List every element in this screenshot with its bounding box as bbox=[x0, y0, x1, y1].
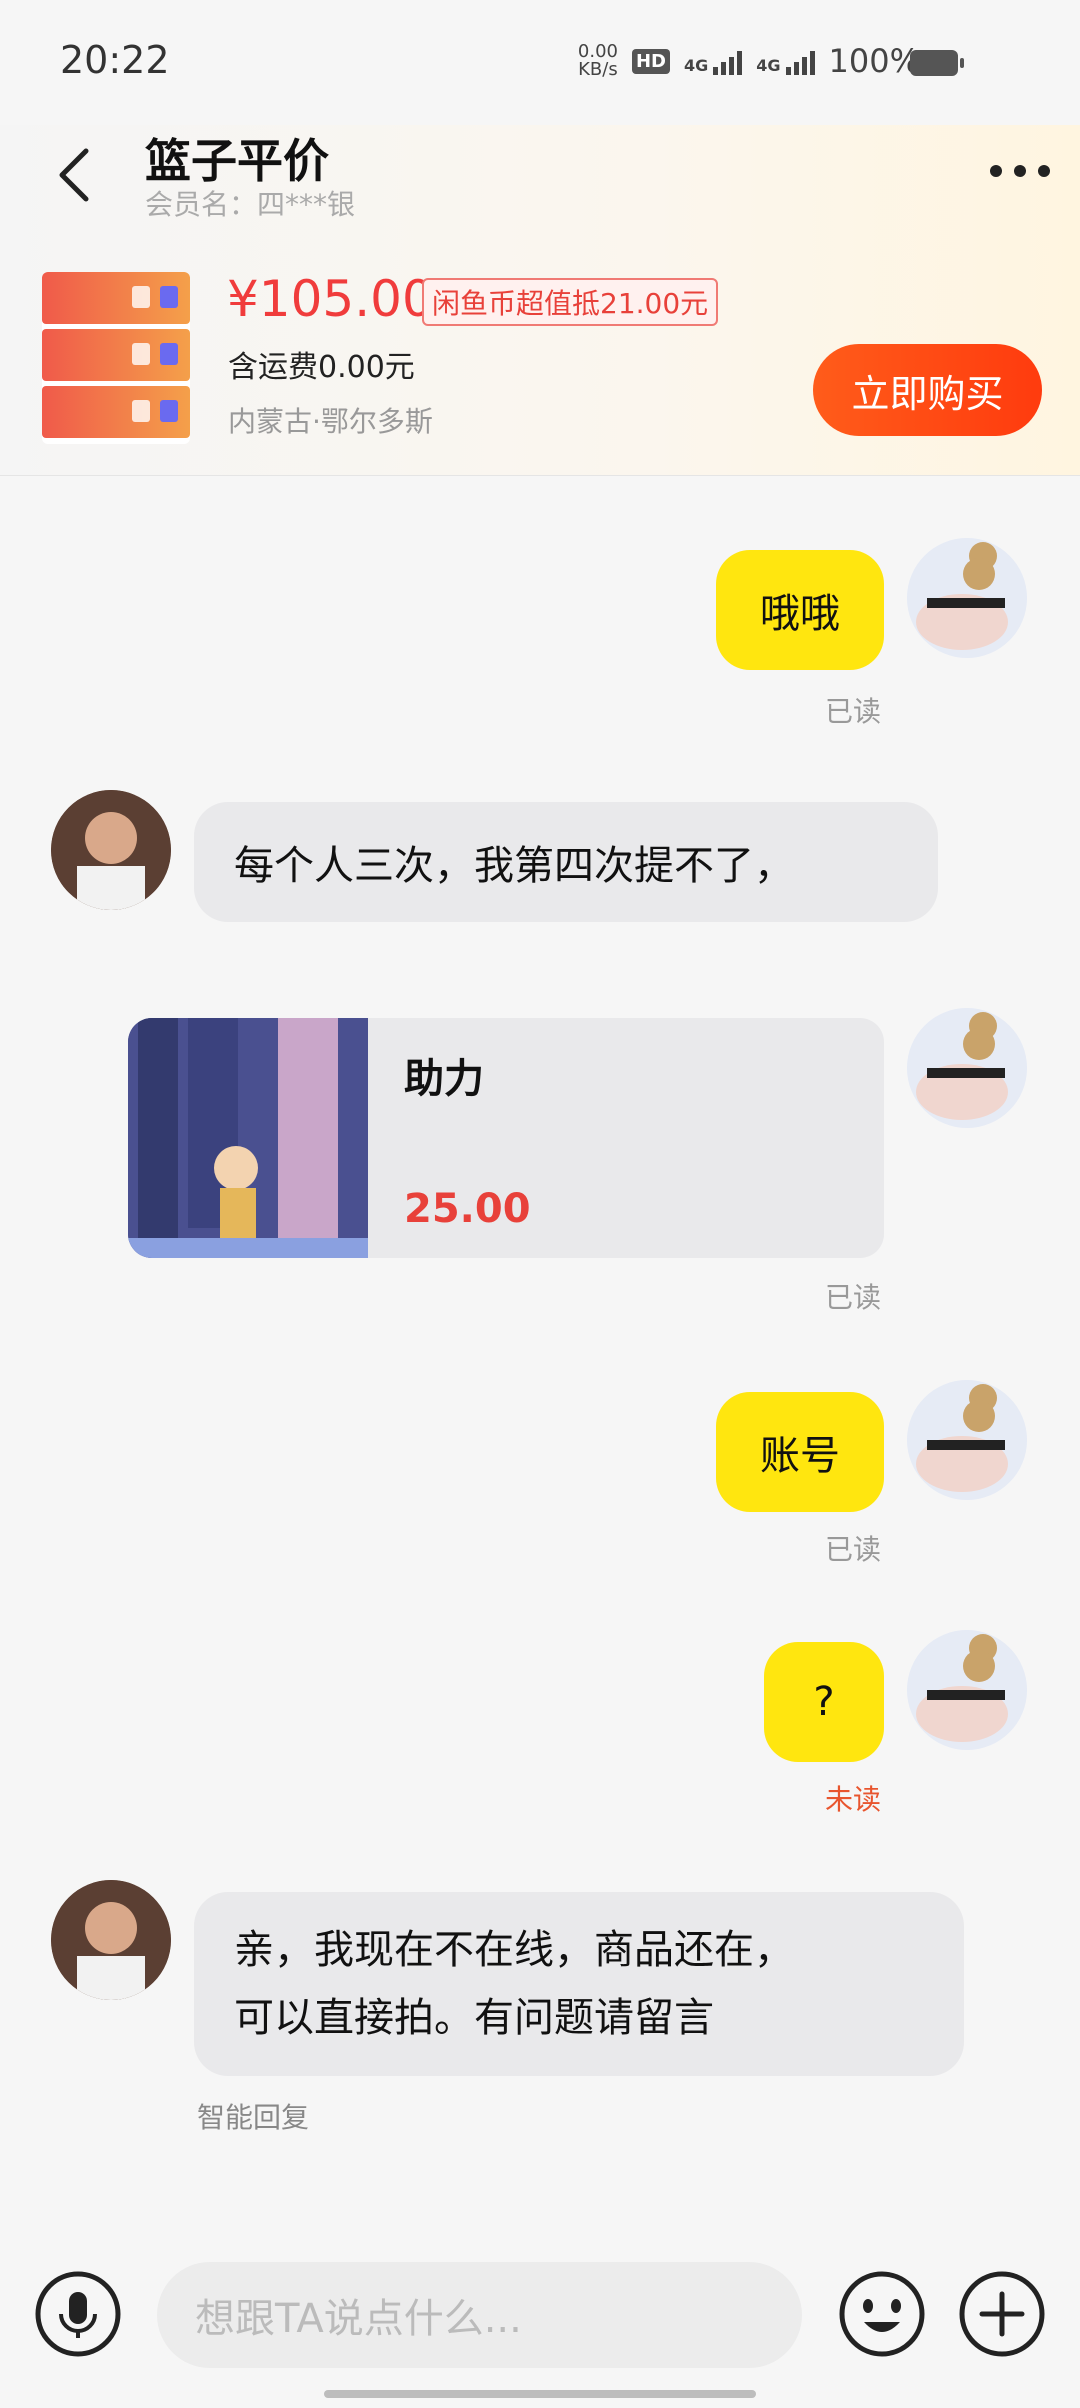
status-bar: 20:22 0.00 KB/s HD 4G 4G 100% bbox=[0, 0, 1080, 125]
message-bubble-received[interactable]: 亲，我现在不在线，商品还在， 可以直接拍。有问题请留言 bbox=[194, 1892, 964, 2076]
status-icons: 0.00 KB/s HD 4G 4G 100% bbox=[578, 42, 920, 80]
add-icon[interactable] bbox=[942, 2254, 1062, 2374]
seller-avatar[interactable] bbox=[51, 1880, 171, 2000]
buy-now-button[interactable]: 立即购买 bbox=[813, 344, 1042, 436]
message-bubble-sent[interactable]: ? bbox=[764, 1642, 884, 1762]
product-location: 内蒙古·鄂尔多斯 bbox=[228, 405, 433, 438]
message-bubble-sent[interactable]: 账号 bbox=[716, 1392, 884, 1512]
back-arrow-icon[interactable] bbox=[50, 145, 100, 205]
member-name: 会员名：四***银 bbox=[145, 188, 356, 221]
smart-reply-label: 智能回复 bbox=[197, 2101, 310, 2134]
read-status: 已读 bbox=[825, 1533, 882, 1566]
microphone-icon[interactable] bbox=[18, 2254, 138, 2374]
message-line: 可以直接拍。有问题请留言 bbox=[234, 1995, 714, 2041]
more-options-icon[interactable] bbox=[990, 165, 1050, 177]
hd-icon: HD bbox=[631, 48, 670, 74]
read-status: 已读 bbox=[825, 1281, 882, 1314]
my-avatar[interactable] bbox=[907, 1630, 1027, 1750]
message-line: 亲，我现在不在线，商品还在， bbox=[234, 1927, 794, 1973]
signal-icon-1: 4G bbox=[684, 47, 743, 75]
seller-avatar[interactable] bbox=[51, 790, 171, 910]
message-input[interactable]: 想跟TA说点什么... bbox=[157, 2262, 802, 2368]
coupon-badge: 闲鱼币超值抵21.00元 bbox=[422, 278, 719, 326]
item-card[interactable]: 助力 25.00 bbox=[128, 1018, 884, 1258]
battery-percent: 100% bbox=[828, 42, 920, 80]
home-indicator[interactable] bbox=[324, 2390, 756, 2398]
emoji-icon[interactable] bbox=[822, 2254, 942, 2374]
item-card-price: 25.00 bbox=[404, 1186, 531, 1232]
network-speed: 0.00 KB/s bbox=[577, 41, 618, 80]
unread-status: 未读 bbox=[825, 1783, 882, 1816]
signal-icon-2: 4G bbox=[756, 47, 815, 75]
item-card-image bbox=[128, 1018, 368, 1258]
my-avatar[interactable] bbox=[907, 538, 1027, 658]
my-avatar[interactable] bbox=[907, 1380, 1027, 1500]
product-price: ¥105.00 bbox=[227, 270, 434, 328]
shipping-fee: 含运费0.00元 bbox=[228, 350, 415, 385]
message-bubble-received[interactable]: 每个人三次，我第四次提不了， bbox=[194, 802, 938, 922]
read-status: 已读 bbox=[825, 695, 882, 728]
item-card-title: 助力 bbox=[404, 1056, 484, 1102]
my-avatar[interactable] bbox=[907, 1008, 1027, 1128]
seller-name: 篮子平价 bbox=[145, 134, 329, 188]
status-time: 20:22 bbox=[60, 38, 170, 82]
battery-icon bbox=[910, 50, 964, 76]
message-bubble-sent[interactable]: 哦哦 bbox=[716, 550, 884, 670]
product-thumbnail[interactable] bbox=[42, 272, 190, 444]
